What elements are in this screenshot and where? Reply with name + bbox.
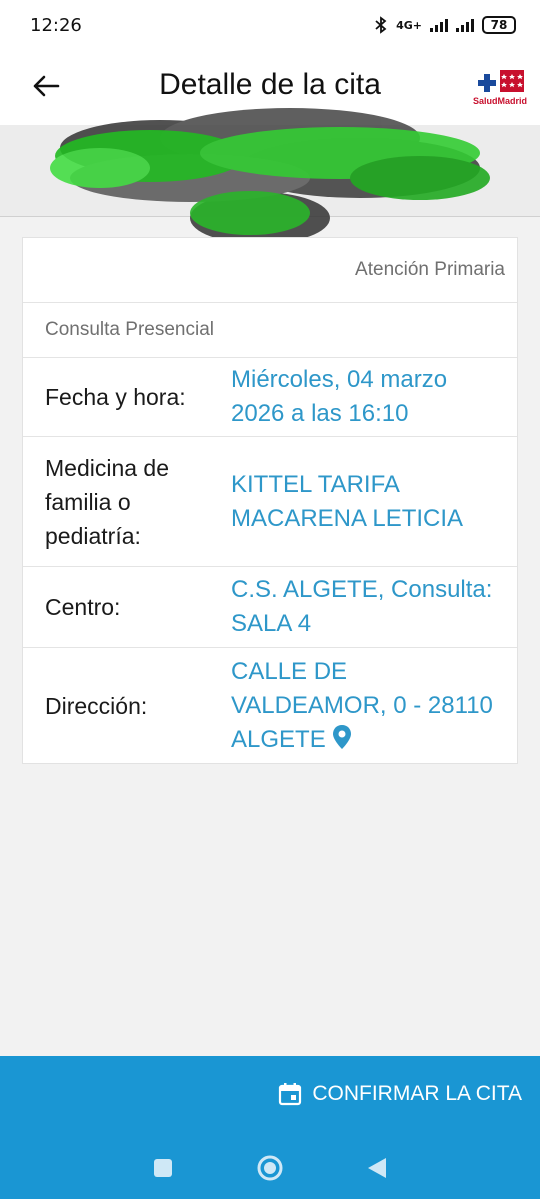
back-nav-button[interactable] xyxy=(357,1148,397,1188)
address-value: CALLE DE VALDEAMOR, 0 - 28110 ALGETE xyxy=(231,657,493,753)
triangle-back-icon xyxy=(367,1158,386,1178)
action-bar: CONFIRMAR LA CITA xyxy=(0,1056,540,1199)
date-value: Miércoles, 04 marzo 2026 a las 16:10 xyxy=(231,366,448,427)
appointment-card: Atención Primaria Consulta Presencial Fe… xyxy=(22,237,518,764)
status-time: 12:26 xyxy=(30,14,82,36)
bluetooth-icon xyxy=(375,16,387,34)
calendar-icon xyxy=(279,1083,302,1106)
recents-button[interactable] xyxy=(143,1148,183,1188)
doctor-label: Medicina de familia o pediatría: xyxy=(45,454,170,549)
status-bar: 12:26 4G+ 78 xyxy=(0,0,540,50)
redaction-scribble xyxy=(50,108,490,244)
system-nav-bar xyxy=(0,1148,540,1188)
center-value: C.S. ALGETE, Consulta: SALA 4 xyxy=(231,576,493,637)
address-link[interactable]: CALLE DE VALDEAMOR, 0 - 28110 ALGETE xyxy=(231,655,517,757)
doctor-value: KITTEL TARIFA MACARENA LETICIA xyxy=(231,470,464,532)
square-icon xyxy=(154,1159,173,1177)
consult-type: Consulta Presencial xyxy=(23,303,517,358)
page-title: Detalle de la cita xyxy=(159,68,381,101)
battery-level: 78 xyxy=(490,18,508,32)
address-label: Dirección: xyxy=(45,692,148,719)
confirm-appointment-button[interactable]: CONFIRMAR LA CITA xyxy=(278,1076,522,1112)
care-level: Atención Primaria xyxy=(23,238,517,303)
detail-row-date: Fecha y hora: Miércoles, 04 marzo 2026 a… xyxy=(23,358,517,437)
confirm-label: CONFIRMAR LA CITA xyxy=(312,1082,522,1105)
date-label: Fecha y hora: xyxy=(45,384,186,410)
signal-icon xyxy=(430,18,448,32)
detail-row-doctor: Medicina de familia o pediatría: KITTEL … xyxy=(23,437,517,567)
detail-row-address: Dirección: CALLE DE VALDEAMOR, 0 - 28110… xyxy=(23,648,517,763)
circle-icon xyxy=(257,1155,283,1181)
network-label: 4G+ xyxy=(396,18,422,32)
map-pin-icon xyxy=(332,724,351,749)
signal-icon-2 xyxy=(456,18,474,32)
status-icons: 4G+ 78 xyxy=(374,16,516,34)
center-label: Centro: xyxy=(45,594,121,620)
battery-icon: 78 xyxy=(482,16,516,34)
home-button[interactable] xyxy=(250,1148,290,1188)
detail-row-center: Centro: C.S. ALGETE, Consulta: SALA 4 xyxy=(23,567,517,648)
